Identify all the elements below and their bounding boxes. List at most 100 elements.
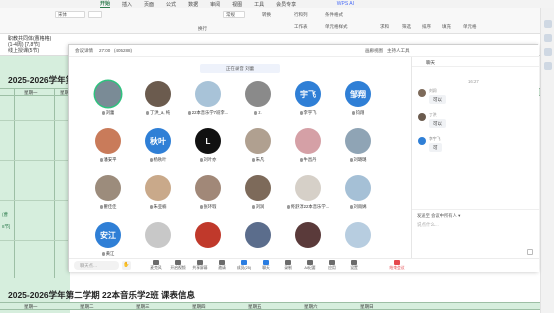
control-button[interactable]: 邀请	[213, 260, 231, 272]
participant-tile[interactable]: 朱凡	[233, 128, 285, 168]
participant-tile[interactable]	[233, 222, 285, 262]
cell-button[interactable]: 单元格	[463, 24, 477, 30]
mic-muted-icon	[199, 204, 203, 209]
gallery-view-button[interactable]: 画廊视图	[365, 48, 383, 54]
participant-tile[interactable]: 佟舒淳22本音乐学...	[283, 175, 335, 215]
meeting-controls-bar: 聊天点… ✋ 结束会议 麦克风 开启视频 共享屏幕 邀请 成员(25) 聊天 录制 AI纪要 应…	[69, 258, 539, 272]
participant-tile[interactable]: 朱亚楠	[133, 175, 185, 215]
participant-tile[interactable]: 张环瑕	[183, 175, 235, 215]
participant-avatar	[295, 222, 321, 248]
participant-tile[interactable]	[333, 222, 385, 262]
expand-icon[interactable]	[527, 249, 533, 255]
participant-tile[interactable]: 刘璐璐	[333, 128, 385, 168]
control-icon	[175, 260, 181, 265]
cell-line-3: 线上授课(5节)	[8, 48, 40, 54]
end-meeting-button[interactable]: 结束会议	[387, 260, 407, 272]
participant-tile[interactable]: 刘润	[233, 175, 285, 215]
font-label: 宋体	[58, 12, 67, 17]
participant-tile[interactable]	[183, 222, 235, 262]
sum-button[interactable]: 求和	[380, 24, 389, 30]
send-to-target[interactable]: 会议中所有人	[431, 213, 457, 218]
sidebar-tool-icon[interactable]	[544, 62, 552, 70]
avatar-initials: 安江	[100, 230, 116, 240]
recording-notice: 正在录音 刘蕾	[200, 64, 280, 73]
participant-name-text: 刘雨嫣	[353, 204, 367, 209]
participant-tile[interactable]: z.	[233, 81, 285, 121]
ribbon-tab[interactable]: 工具	[254, 1, 264, 8]
control-button[interactable]: 麦克风	[147, 260, 165, 272]
mic-muted-icon	[101, 110, 105, 115]
chat-input[interactable]: 说点什么...	[417, 222, 533, 252]
participant-tile[interactable]	[283, 222, 335, 262]
participant-tile[interactable]: L 刘叶亦	[183, 128, 235, 168]
control-button[interactable]: 开启视频	[169, 260, 187, 272]
participant-grid: 刘蕾 丁洪_a, 纯 22本音乐学7班李... z. 宇飞 李宇飞 邹翔 钧翔 潘安平 秋叶 杨秋叶…	[83, 81, 403, 263]
worksheet-button[interactable]: 工作表	[294, 24, 308, 30]
participant-tile[interactable]: 宇飞 李宇飞	[283, 81, 335, 121]
filter-button[interactable]: 筛选	[402, 24, 411, 30]
control-button[interactable]: AI纪要	[301, 260, 319, 272]
sidebar-tool-icon[interactable]	[544, 48, 552, 56]
weekday-label: 星期二	[80, 304, 94, 309]
mic-muted-icon	[149, 204, 153, 209]
control-button[interactable]: 录制	[279, 260, 297, 272]
ribbon-tab[interactable]: 开始	[100, 0, 111, 8]
participant-name-text: 张环瑕	[203, 204, 217, 209]
control-button[interactable]: 应用	[323, 260, 341, 272]
wrap-button[interactable]: 换行	[198, 26, 207, 32]
sort-button[interactable]: 排序	[422, 24, 431, 30]
mic-muted-icon	[349, 157, 353, 162]
ribbon-tab[interactable]: 审阅	[210, 1, 220, 8]
ribbon-tab[interactable]: 数据	[188, 1, 198, 8]
participant-tile[interactable]: 秋叶 杨秋叶	[133, 128, 185, 168]
participant-tile[interactable]: 安江 黄江	[83, 222, 135, 262]
cell-style-button[interactable]: 单元格样式	[325, 24, 348, 30]
send-to-label: 发送至 会议中所有人 ▾	[417, 213, 461, 218]
avatar-initials: 宇飞	[300, 89, 316, 99]
control-button[interactable]: 聊天	[257, 260, 275, 272]
ribbon-tab[interactable]: 视图	[232, 1, 242, 8]
send-to-bar[interactable]: 发送至 会议中所有人 ▾	[412, 209, 540, 219]
control-button[interactable]: 成员(25)	[235, 260, 253, 272]
participant-avatar: 安江	[95, 222, 121, 248]
participant-tile[interactable]: 瞿佳佳	[83, 175, 135, 215]
ribbon-tab[interactable]: 会员专享	[276, 1, 296, 8]
ribbon-tab[interactable]: 插入	[122, 1, 132, 8]
control-icon	[153, 260, 159, 265]
control-button[interactable]: 设置	[345, 260, 363, 272]
convert-button[interactable]: 转换	[262, 12, 271, 18]
row-col-button[interactable]: 行和列	[294, 12, 308, 18]
host-tools-button[interactable]: 主持人工具	[387, 48, 410, 54]
participant-tile[interactable]: 牛昌丹	[283, 128, 335, 168]
ribbon-tab[interactable]: 公式	[166, 1, 176, 8]
control-icon	[351, 260, 357, 265]
sidebar-tool-icon[interactable]	[544, 20, 552, 28]
participant-name-text: 杨秋叶	[153, 157, 167, 162]
control-label: 共享屏幕	[192, 266, 208, 270]
control-icon	[285, 260, 291, 265]
ribbon-tab[interactable]: 页面	[144, 1, 154, 8]
participant-tile[interactable]: 刘雨嫣	[333, 175, 385, 215]
participant-tile[interactable]: 22本音乐学7班李...	[183, 81, 235, 121]
conditional-format-button[interactable]: 条件格式	[325, 12, 343, 18]
participant-name-text: 佟舒淳22本音乐学...	[290, 204, 330, 209]
font-size-selector[interactable]	[88, 11, 102, 18]
sidebar-tool-icon[interactable]	[544, 34, 552, 42]
avatar-initials: L	[205, 136, 211, 146]
participant-name: 潘安平	[83, 157, 133, 163]
participant-tile[interactable]: 邹翔 钧翔	[333, 81, 385, 121]
participant-tile[interactable]: 刘蕾	[83, 81, 135, 121]
participant-tile[interactable]: 丁洪_a, 纯	[133, 81, 185, 121]
avatar-initials: 秋叶	[150, 136, 166, 146]
control-button[interactable]: 共享屏幕	[191, 260, 209, 272]
cell-fragment: 8节]	[2, 224, 11, 229]
fill-button[interactable]: 填充	[442, 24, 451, 30]
wps-ai-button[interactable]: WPS AI	[337, 1, 354, 7]
mic-muted-icon	[251, 157, 255, 162]
participant-tile[interactable]	[133, 222, 185, 262]
sender-name: 刘润	[429, 89, 437, 93]
speak-input[interactable]: 聊天点…	[74, 261, 119, 270]
meeting-info-button[interactable]: 会议详情	[75, 48, 93, 54]
raise-hand-button[interactable]: ✋	[122, 261, 131, 270]
participant-tile[interactable]: 潘安平	[83, 128, 135, 168]
